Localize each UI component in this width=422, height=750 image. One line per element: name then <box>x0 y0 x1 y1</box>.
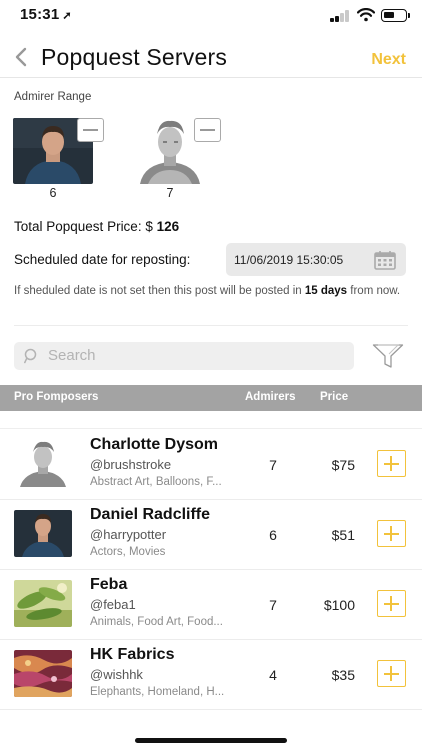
table-row[interactable]: Charlotte Dysom @brushstroke Abstract Ar… <box>0 430 422 500</box>
schedule-note: If sheduled date is not set then this po… <box>14 285 401 297</box>
composer-admirers: 4 <box>269 667 277 683</box>
admirer-checkbox[interactable] <box>77 118 104 142</box>
composer-admirers: 6 <box>269 527 277 543</box>
composer-name: Charlotte Dysom <box>90 436 219 453</box>
add-composer-button[interactable] <box>377 660 406 687</box>
cellular-signal-icon <box>330 10 352 22</box>
composer-tags: Actors, Movies <box>90 546 166 558</box>
search-icon <box>24 348 37 364</box>
search-input[interactable]: Search <box>14 342 354 370</box>
table-row[interactable]: HK Fabrics @wishhk Elephants, Homeland, … <box>0 640 422 710</box>
calendar-icon[interactable] <box>374 250 396 270</box>
battery-icon <box>381 9 407 22</box>
composer-name: Feba <box>90 576 128 593</box>
avatar <box>14 650 72 697</box>
add-composer-button[interactable] <box>377 590 406 617</box>
location-icon: ➚ <box>62 10 72 22</box>
status-time: 15:31 ➚ <box>20 6 72 23</box>
admirer-card[interactable]: 7 <box>130 118 221 200</box>
column-header-price: Price <box>320 391 349 403</box>
composer-price: $51 <box>331 527 355 543</box>
schedule-label: Scheduled date for reposting: <box>14 252 191 267</box>
table-row[interactable]: Daniel Radcliffe @harrypotter Actors, Mo… <box>0 500 422 570</box>
status-bar: 15:31 ➚ <box>0 0 422 34</box>
composer-price: $100 <box>323 597 355 613</box>
wifi-icon <box>357 8 375 22</box>
composer-name: Daniel Radcliffe <box>90 506 211 523</box>
total-price-label: Total Popquest Price: $ <box>14 219 153 234</box>
composer-price: $35 <box>331 667 355 683</box>
composer-tags: Animals, Food Art, Food... <box>90 616 223 628</box>
next-button[interactable]: Next <box>371 51 406 69</box>
total-price-value: 126 <box>156 219 180 234</box>
schedule-date-field[interactable]: 11/06/2019 15:30:05 <box>226 243 406 276</box>
composer-handle: @brushstroke <box>90 457 172 472</box>
composer-tags: Abstract Art, Balloons, F... <box>90 476 222 488</box>
avatar <box>14 580 72 627</box>
column-header-admirers: Admirers <box>245 391 296 403</box>
search-placeholder: Search <box>48 347 96 364</box>
admirer-count: 7 <box>166 186 174 200</box>
composer-name: HK Fabrics <box>90 646 175 663</box>
admirer-range-label: Admirer Range <box>14 91 92 103</box>
avatar <box>14 440 72 487</box>
admirer-count: 6 <box>49 186 57 200</box>
column-header-name: Pro Fomposers <box>14 391 99 403</box>
chevron-left-icon[interactable] <box>12 46 32 68</box>
admirer-card[interactable]: 6 <box>13 118 104 200</box>
page-title: Popquest Servers <box>41 44 228 70</box>
table-header: Pro Fomposers Admirers Price <box>0 385 422 411</box>
schedule-date-value: 11/06/2019 15:30:05 <box>234 253 344 267</box>
add-composer-button[interactable] <box>377 520 406 547</box>
battery-tip <box>408 13 410 18</box>
divider <box>14 325 408 326</box>
composer-handle: @wishhk <box>90 667 143 682</box>
total-price: Total Popquest Price: $ 126 <box>14 219 179 234</box>
filter-icon[interactable] <box>372 343 404 369</box>
composer-price: $75 <box>331 457 355 473</box>
schedule-note-days: 15 days <box>304 285 348 297</box>
navigation-bar: Popquest Servers Next <box>0 34 422 78</box>
home-indicator[interactable] <box>135 738 287 743</box>
composer-handle: @harrypotter <box>90 527 167 542</box>
table-spacer <box>0 411 422 429</box>
admirer-checkbox[interactable] <box>194 118 221 142</box>
composer-admirers: 7 <box>269 457 277 473</box>
add-composer-button[interactable] <box>377 450 406 477</box>
avatar <box>14 510 72 557</box>
composer-tags: Elephants, Homeland, H... <box>90 686 225 698</box>
table-row[interactable]: Feba @feba1 Animals, Food Art, Food... 7… <box>0 570 422 640</box>
composer-handle: @feba1 <box>90 597 136 612</box>
composer-admirers: 7 <box>269 597 277 613</box>
